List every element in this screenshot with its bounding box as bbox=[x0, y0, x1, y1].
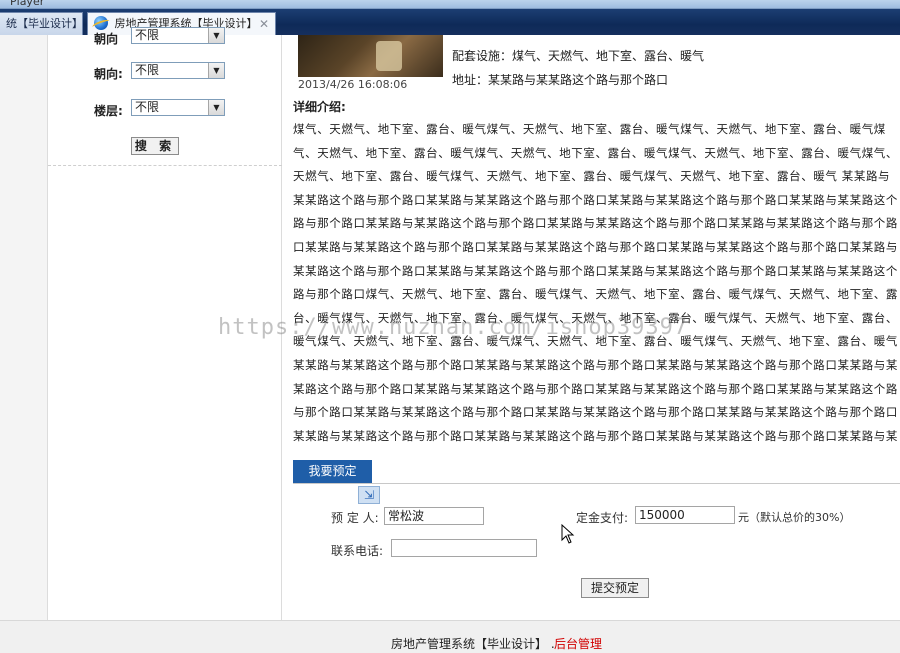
orientation-select[interactable]: 不限 ▼ bbox=[131, 62, 225, 79]
search-filter-panel: 朝向 不限 ▼ 朝向: 不限 ▼ 楼层: 不限 ▼ 搜 索 bbox=[48, 27, 282, 620]
detail-description: 煤气、天燃气、地下室、露台、暖气煤气、天燃气、地下室、露台、暖气煤气、天燃气、地… bbox=[293, 122, 898, 443]
floor-select[interactable]: 不限 ▼ bbox=[131, 99, 225, 116]
page-footer: 房地产管理系统【毕业设计】 . 后台管理 bbox=[0, 620, 900, 653]
property-photo[interactable] bbox=[298, 35, 443, 77]
booker-label: 预 定 人: bbox=[331, 511, 379, 525]
chevron-down-icon[interactable]: ▼ bbox=[208, 28, 224, 43]
deposit-input[interactable]: 150000 bbox=[635, 506, 735, 524]
deposit-note: 元（默认总价的30%） bbox=[738, 511, 851, 524]
footer-text: 房地产管理系统【毕业设计】 . bbox=[391, 637, 555, 651]
window-titlebar: Player bbox=[0, 0, 900, 9]
filter-row-orientation: 朝向: 不限 ▼ bbox=[48, 62, 282, 82]
phone-input[interactable] bbox=[391, 539, 537, 557]
resize-arrow-icon: ⇲ bbox=[358, 486, 380, 504]
reserve-tab[interactable]: 我要预定 bbox=[293, 460, 372, 483]
address-text: 地址：某某路与某某路这个路与那个路口 bbox=[452, 73, 669, 87]
chevron-down-icon[interactable]: ▼ bbox=[208, 100, 224, 115]
divider bbox=[48, 165, 282, 166]
phone-label: 联系电话: bbox=[331, 544, 384, 558]
filter-row-floor: 楼层: 不限 ▼ bbox=[48, 99, 282, 119]
select-value: 不限 bbox=[135, 63, 160, 77]
select-value: 不限 bbox=[135, 100, 160, 114]
facilities-text: 配套设施：煤气、天燃气、地下室、露台、暖气 bbox=[452, 49, 705, 63]
filter-select-partial[interactable]: 不限 ▼ bbox=[131, 27, 225, 44]
reserve-divider bbox=[293, 483, 900, 484]
window-title: Player bbox=[10, 0, 45, 8]
photo-date: 2013/4/26 16:08:06 bbox=[298, 78, 408, 91]
orientation-label: 朝向: bbox=[94, 67, 123, 81]
filter-label: 朝向 bbox=[94, 32, 119, 46]
submit-reservation-button[interactable]: 提交预定 bbox=[581, 578, 649, 598]
detail-heading: 详细介绍: bbox=[293, 100, 346, 114]
admin-link[interactable]: 后台管理 bbox=[554, 635, 602, 652]
search-button[interactable]: 搜 索 bbox=[131, 137, 179, 155]
booker-input[interactable]: 常松波 bbox=[384, 507, 484, 525]
left-gutter bbox=[0, 35, 48, 620]
chevron-down-icon[interactable]: ▼ bbox=[208, 63, 224, 78]
filter-row-partial: 朝向 不限 ▼ bbox=[48, 27, 282, 47]
deposit-label: 定金支付: bbox=[576, 511, 629, 525]
select-value: 不限 bbox=[135, 28, 160, 42]
floor-label: 楼层: bbox=[94, 104, 123, 118]
mouse-pointer-icon bbox=[561, 523, 575, 547]
